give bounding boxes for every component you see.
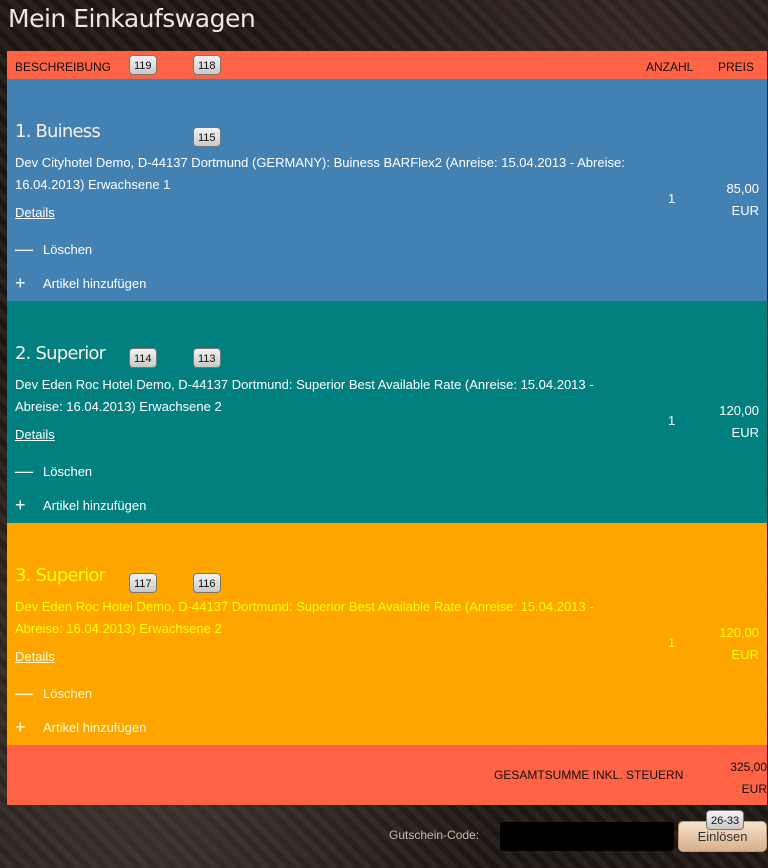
page-title: Mein Einkaufswagen <box>8 4 256 33</box>
price-amount: 85,00 <box>726 181 759 196</box>
cart-item-title: 1. Buiness <box>15 121 101 142</box>
delete-label: Löschen <box>43 242 93 257</box>
plus-icon: + <box>15 495 26 515</box>
element-id-badge: 115 <box>193 127 221 147</box>
column-header-price: PREIS <box>718 60 755 74</box>
plus-icon: + <box>15 717 26 737</box>
cart-item-price: 120,00 EUR <box>719 622 759 666</box>
delete-label: Löschen <box>43 686 93 701</box>
column-header-quantity: ANZAHL <box>646 60 694 74</box>
add-label: Artikel hinzufügen <box>43 498 147 513</box>
element-id-badge: 119 <box>129 55 157 75</box>
cart-item-title: 3. Superior <box>15 565 106 586</box>
element-id-badge: 26-33 <box>706 810 745 830</box>
delete-label: Löschen <box>43 464 93 479</box>
element-id-badge: 114 <box>129 348 157 368</box>
delete-item-button[interactable]: — Löschen <box>15 239 92 260</box>
price-currency: EUR <box>731 647 759 662</box>
cart-item-title: 2. Superior <box>15 343 106 364</box>
shopping-cart-table: BESCHREIBUNG 119 118 ANZAHL PREIS 1. Bui… <box>7 51 767 805</box>
cart-item-price: 120,00 EUR <box>719 400 759 444</box>
price-amount: 120,00 <box>719 625 759 640</box>
delete-item-button[interactable]: — Löschen <box>15 461 92 482</box>
cart-item-quantity: 1 <box>668 191 676 206</box>
price-currency: EUR <box>731 203 759 218</box>
cart-header-row: BESCHREIBUNG 119 118 ANZAHL PREIS <box>7 51 767 79</box>
element-id-badge: 117 <box>129 573 157 593</box>
total-amount: 325,00 EUR <box>730 756 767 800</box>
element-id-badge: 118 <box>193 55 221 75</box>
cart-total-row: GESAMTSUMME INKL. STEUERN 325,00 EUR <box>7 745 767 805</box>
cart-item-1: 1. Buiness 115 Dev Cityhotel Demo, D-441… <box>7 79 767 301</box>
minus-icon: — <box>15 461 33 481</box>
column-header-description: BESCHREIBUNG <box>15 60 112 74</box>
plus-icon: + <box>15 273 26 293</box>
cart-item-3: 3. Superior 117 116 Dev Eden Roc Hotel D… <box>7 523 767 745</box>
minus-icon: — <box>15 683 33 703</box>
cart-item-price: 85,00 EUR <box>726 178 759 222</box>
total-amount-value: 325,00 <box>730 760 767 774</box>
total-amount-currency: EUR <box>741 782 767 796</box>
coupon-code-input[interactable] <box>500 822 674 851</box>
cart-item-quantity: 1 <box>668 413 676 428</box>
element-id-badge: 113 <box>193 348 221 368</box>
add-item-button[interactable]: + Artikel hinzufügen <box>15 273 146 294</box>
add-label: Artikel hinzufügen <box>43 276 147 291</box>
add-item-button[interactable]: + Artikel hinzufügen <box>15 717 146 738</box>
delete-item-button[interactable]: — Löschen <box>15 683 92 704</box>
cart-item-quantity: 1 <box>668 635 676 650</box>
total-label: GESAMTSUMME INKL. STEUERN <box>494 768 684 782</box>
cart-item-2: 2. Superior 114 113 Dev Eden Roc Hotel D… <box>7 301 767 523</box>
element-id-badge: 116 <box>193 573 221 593</box>
details-link[interactable]: Details <box>15 427 55 442</box>
minus-icon: — <box>15 239 33 259</box>
add-item-button[interactable]: + Artikel hinzufügen <box>15 495 146 516</box>
coupon-code-label: Gutschein-Code: <box>389 828 480 842</box>
details-link[interactable]: Details <box>15 205 55 220</box>
price-amount: 120,00 <box>719 403 759 418</box>
cart-item-description: Dev Eden Roc Hotel Demo, D-44137 Dortmun… <box>15 599 594 636</box>
add-label: Artikel hinzufügen <box>43 720 147 735</box>
cart-item-description: Dev Cityhotel Demo, D-44137 Dortmund (GE… <box>15 155 625 192</box>
cart-item-description: Dev Eden Roc Hotel Demo, D-44137 Dortmun… <box>15 377 594 414</box>
details-link[interactable]: Details <box>15 649 55 664</box>
price-currency: EUR <box>731 425 759 440</box>
